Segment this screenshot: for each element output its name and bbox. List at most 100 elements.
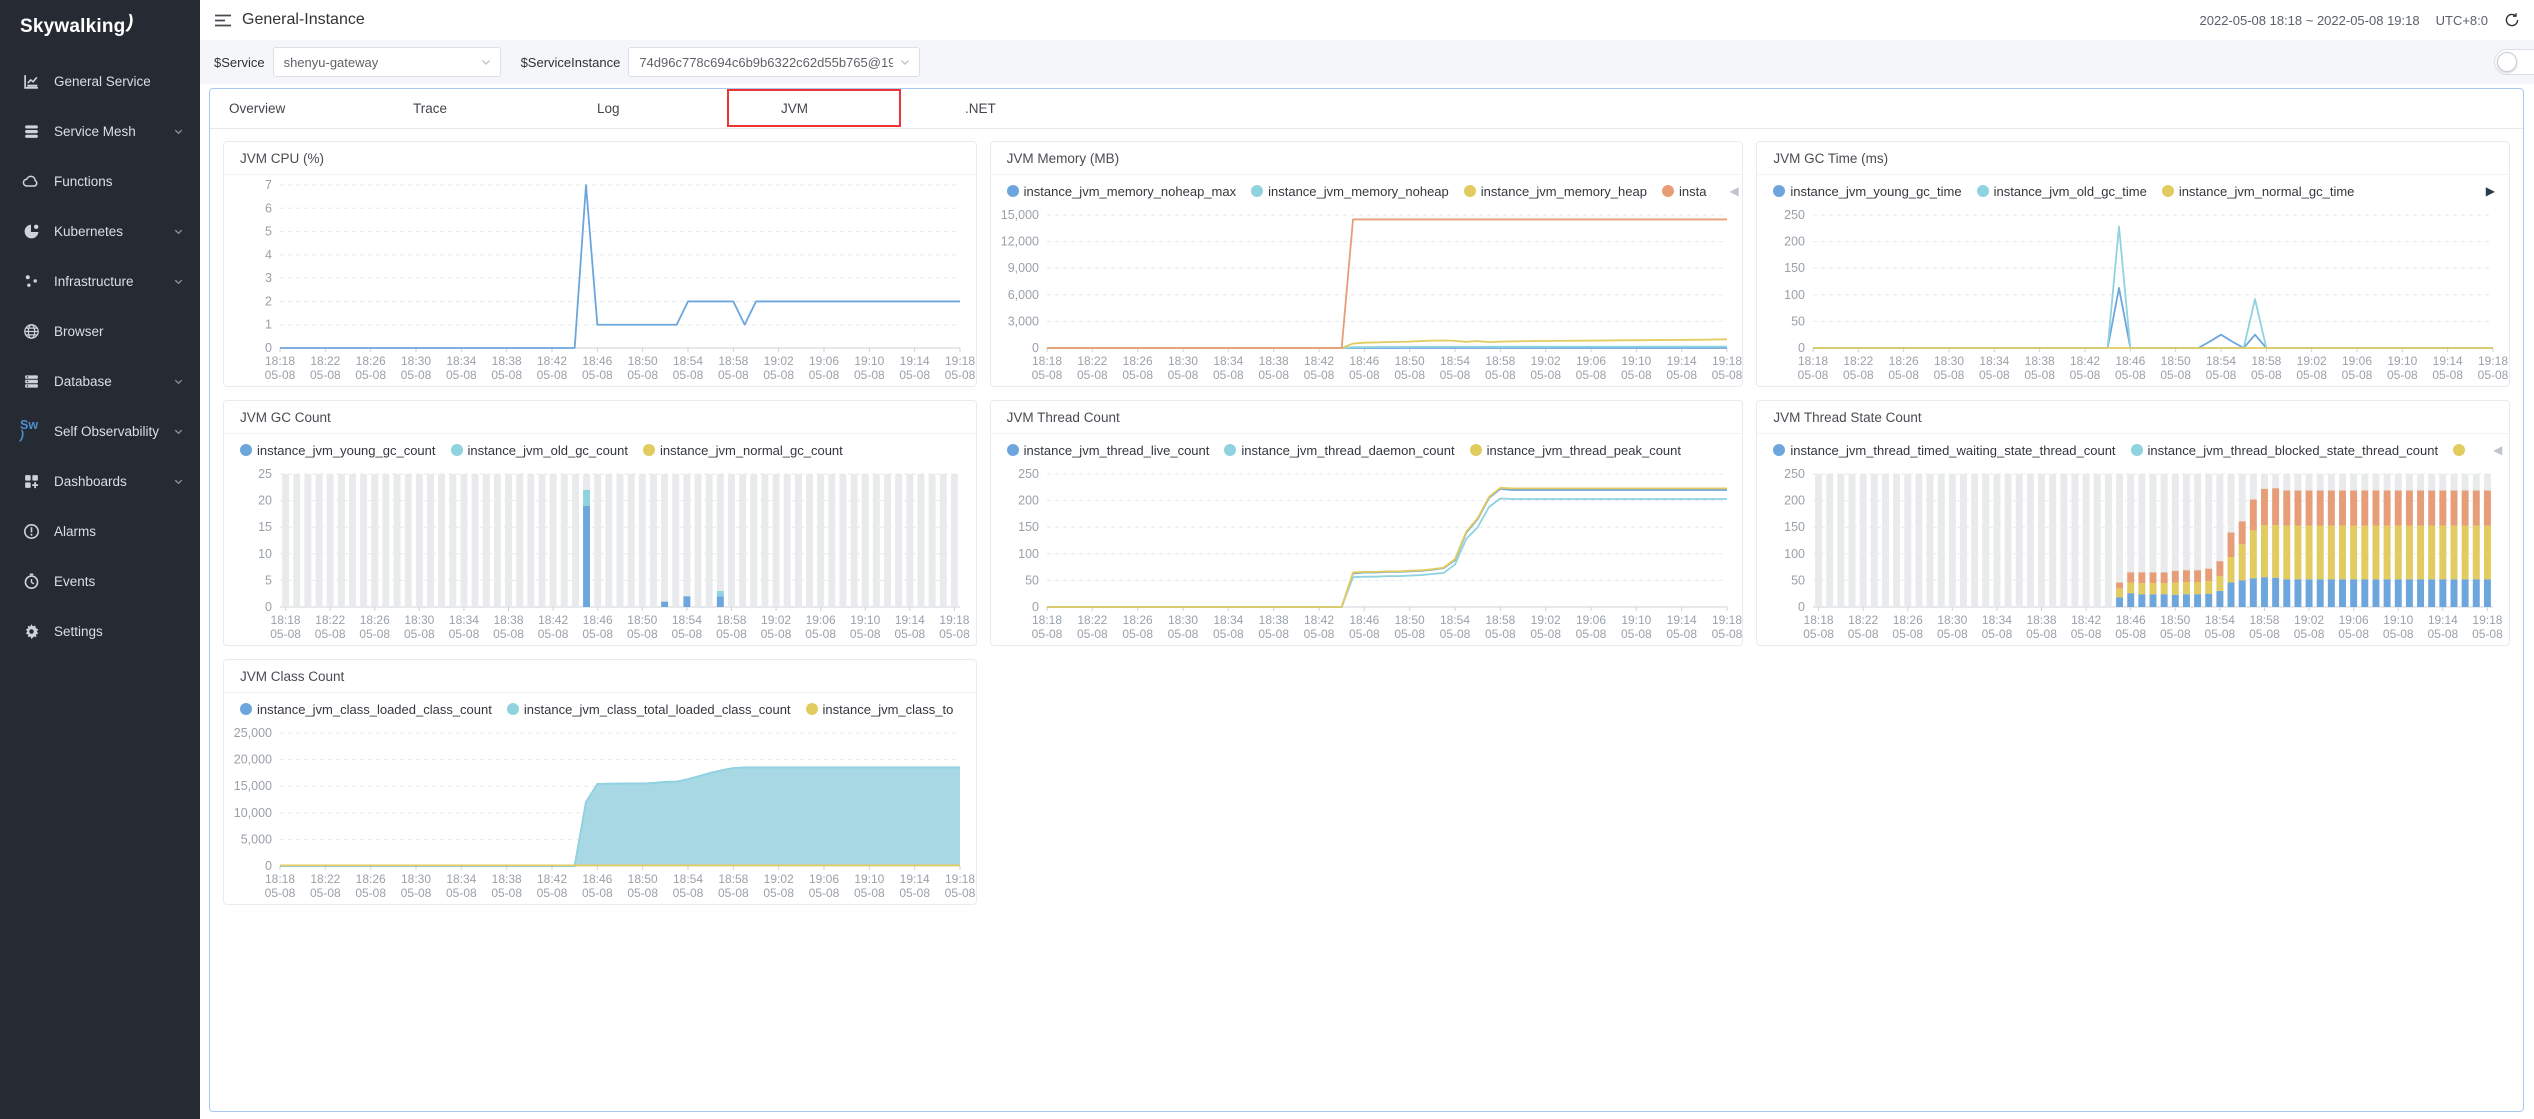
legend-item-instance-jvm-thread-live-count[interactable]: instance_jvm_thread_live_count: [1007, 443, 1210, 458]
svg-text:05-08: 05-08: [899, 886, 930, 900]
svg-text:7: 7: [265, 178, 272, 192]
svg-text:05-08: 05-08: [1575, 627, 1606, 641]
legend-item-instance-jvm-memory-noheap[interactable]: instance_jvm_memory_noheap: [1251, 184, 1449, 199]
svg-text:20: 20: [258, 494, 272, 508]
svg-text:18:30: 18:30: [1934, 354, 1964, 368]
legend-label: instance_jvm_thread_live_count: [1024, 443, 1210, 458]
svg-text:19:02: 19:02: [764, 872, 794, 886]
sidebar-item-functions[interactable]: Functions: [0, 156, 200, 206]
legend-item-instance-jvm-class-loaded-class-count[interactable]: instance_jvm_class_loaded_class_count: [240, 702, 492, 717]
edit-mode-toggle[interactable]: [2494, 49, 2534, 75]
svg-text:19:18: 19:18: [1712, 354, 1742, 368]
sidebar-item-self-observability[interactable]: Sw)Self Observability: [0, 406, 200, 456]
svg-text:50: 50: [1791, 314, 1805, 328]
svg-text:18:54: 18:54: [2205, 613, 2235, 627]
menu-toggle-icon[interactable]: [214, 13, 232, 28]
sidebar-item-infrastructure[interactable]: Infrastructure: [0, 256, 200, 306]
svg-text:18:34: 18:34: [449, 613, 479, 627]
logo-swoosh: ): [124, 12, 135, 35]
svg-text:05-08: 05-08: [1711, 368, 1742, 382]
legend-item-instance-jvm-memory-noheap-max[interactable]: instance_jvm_memory_noheap_max: [1007, 184, 1236, 199]
sidebar-item-database[interactable]: Database: [0, 356, 200, 406]
svg-text:10,000: 10,000: [234, 806, 272, 820]
svg-text:18:50: 18:50: [2161, 354, 2191, 368]
tab-jvm[interactable]: JVM: [777, 89, 961, 128]
tab-net[interactable]: .NET: [961, 89, 1145, 128]
legend-item-instance-jvm-thread-peak-count[interactable]: instance_jvm_thread_peak_count: [1470, 443, 1681, 458]
legend-item-instance-jvm-old-gc-time[interactable]: instance_jvm_old_gc_time: [1977, 184, 2147, 199]
sidebar-item-dashboards[interactable]: Dashboards: [0, 456, 200, 506]
legend-item-instance-jvm-thread-daemon-count[interactable]: instance_jvm_thread_daemon_count: [1224, 443, 1454, 458]
svg-text:05-08: 05-08: [582, 627, 613, 641]
legend-item-instance-jvm-young-gc-time[interactable]: instance_jvm_young_gc_time: [1773, 184, 1961, 199]
legend-label: instance_jvm_old_gc_time: [1994, 184, 2147, 199]
dashboard-container: OverviewTraceLogJVM.NET JVM CPU (%)01234…: [209, 88, 2524, 1112]
legend-item-instance-jvm-young-gc-count[interactable]: instance_jvm_young_gc_count: [240, 443, 436, 458]
svg-text:18:46: 18:46: [582, 872, 612, 886]
instance-select-value: 74d96c778c694c6b9b6322c62d55b765@192.168: [639, 55, 893, 70]
legend-item-yellow[interactable]: [2453, 444, 2470, 456]
chart-plot-area: 051015202518:1805-0818:2205-0818:2605-08…: [224, 464, 976, 645]
tab-trace[interactable]: Trace: [409, 89, 593, 128]
sidebar-item-browser[interactable]: Browser: [0, 306, 200, 356]
svg-text:0: 0: [1798, 341, 1805, 355]
svg-text:05-08: 05-08: [854, 886, 885, 900]
legend-item-instance-jvm-thread-timed-waiting-state-thread-count[interactable]: instance_jvm_thread_timed_waiting_state_…: [1773, 443, 2115, 458]
timezone-label[interactable]: UTC+8:0: [2436, 13, 2488, 28]
svg-text:18:22: 18:22: [1844, 354, 1874, 368]
legend-next-page-icon[interactable]: ▶: [2486, 184, 2495, 198]
svg-text:05-08: 05-08: [2025, 368, 2056, 382]
svg-text:19:10: 19:10: [854, 872, 884, 886]
legend-label: instance_jvm_memory_noheap_max: [1024, 184, 1236, 199]
svg-text:05-08: 05-08: [1485, 627, 1516, 641]
sidebar-item-alarms[interactable]: Alarms: [0, 506, 200, 556]
legend-item-instance-jvm-memory-heap[interactable]: instance_jvm_memory_heap: [1464, 184, 1647, 199]
sidebar-item-service-mesh[interactable]: Service Mesh: [0, 106, 200, 156]
legend-item-instance-jvm-normal-gc-count[interactable]: instance_jvm_normal_gc_count: [643, 443, 843, 458]
svg-text:05-08: 05-08: [1258, 627, 1289, 641]
svg-text:18:26: 18:26: [1122, 613, 1152, 627]
legend-label: insta: [1679, 184, 1706, 199]
legend-dot: [2162, 185, 2174, 197]
svg-text:18:58: 18:58: [2250, 613, 2280, 627]
legend-item-insta[interactable]: insta: [1662, 184, 1706, 199]
svg-text:05-08: 05-08: [491, 368, 522, 382]
legend-item-instance-jvm-class-total-loaded-class-count[interactable]: instance_jvm_class_total_loaded_class_co…: [507, 702, 791, 717]
svg-text:05-08: 05-08: [537, 368, 568, 382]
service-select[interactable]: shenyu-gateway: [273, 47, 501, 77]
svg-text:200: 200: [1018, 494, 1039, 508]
svg-text:19:06: 19:06: [2342, 354, 2372, 368]
refresh-icon[interactable]: [2504, 12, 2520, 28]
legend-prev-page-icon[interactable]: ◀: [1729, 184, 1738, 198]
legend-item-instance-jvm-old-gc-count[interactable]: instance_jvm_old_gc_count: [451, 443, 628, 458]
instance-select[interactable]: 74d96c778c694c6b9b6322c62d55b765@192.168: [628, 47, 920, 77]
legend-item-instance-jvm-thread-blocked-state-thread-count[interactable]: instance_jvm_thread_blocked_state_thread…: [2131, 443, 2439, 458]
svg-text:05-08: 05-08: [1439, 627, 1470, 641]
legend-item-instance-jvm-normal-gc-time[interactable]: instance_jvm_normal_gc_time: [2162, 184, 2355, 199]
time-range-label[interactable]: 2022-05-08 18:18 ~ 2022-05-08 19:18: [2200, 13, 2420, 28]
sidebar-item-general-service[interactable]: General Service: [0, 56, 200, 106]
svg-text:05-08: 05-08: [1848, 627, 1879, 641]
toggle-knob: [2497, 52, 2517, 72]
tab-log[interactable]: Log: [593, 89, 777, 128]
tab-overview[interactable]: Overview: [225, 89, 409, 128]
service-select-label: $Service: [214, 55, 265, 70]
svg-text:18:58: 18:58: [1485, 354, 1515, 368]
legend-item-instance-jvm-class-to[interactable]: instance_jvm_class_to: [806, 702, 954, 717]
svg-text:18:46: 18:46: [582, 354, 612, 368]
legend-prev-page-icon[interactable]: ◀: [2493, 443, 2502, 457]
svg-text:05-08: 05-08: [2161, 368, 2192, 382]
sidebar-item-kubernetes[interactable]: Kubernetes: [0, 206, 200, 256]
sidebar-item-settings[interactable]: Settings: [0, 606, 200, 656]
legend-pagination: ◀1/2▶: [968, 702, 975, 716]
sidebar-item-events[interactable]: Events: [0, 556, 200, 606]
svg-text:19:02: 19:02: [1530, 354, 1560, 368]
svg-text:18:38: 18:38: [2025, 354, 2055, 368]
svg-text:12,000: 12,000: [1000, 235, 1038, 249]
svg-text:05-08: 05-08: [850, 627, 881, 641]
chart-title: JVM Thread Count: [991, 401, 1743, 434]
svg-text:18:46: 18:46: [2116, 354, 2146, 368]
svg-text:05-08: 05-08: [265, 368, 296, 382]
sidebar-item-label: Infrastructure: [54, 274, 134, 289]
svg-text:18:18: 18:18: [1032, 613, 1062, 627]
